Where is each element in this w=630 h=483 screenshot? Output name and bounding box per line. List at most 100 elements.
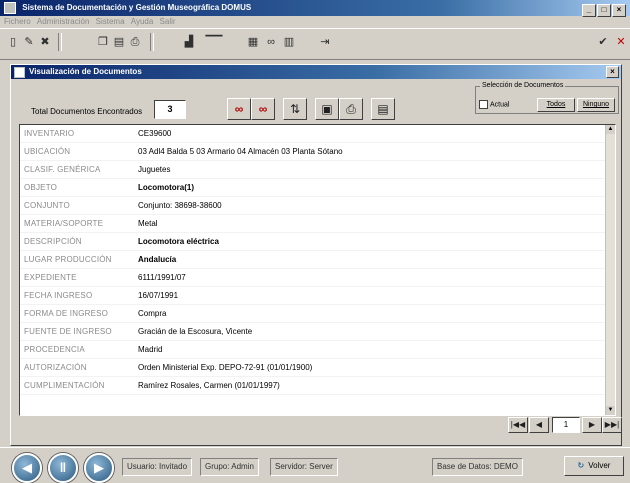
record-row: CLASIF. GENÉRICA Juguetes xyxy=(20,161,615,179)
total-count-field: 3 xyxy=(154,100,186,119)
volver-button[interactable]: ↻ Volver xyxy=(564,456,624,476)
field-value: 6111/1991/07 xyxy=(138,273,186,282)
actual-checkbox[interactable]: Actual xyxy=(479,100,509,109)
field-value: Gracián de la Escosura, Vicente xyxy=(138,327,253,336)
field-value: Locomotora eléctrica xyxy=(138,237,219,246)
record-details-grid: INVENTARIO CE39600 UBICACIÓN 03 Adl4 Balda … xyxy=(19,124,616,416)
field-value: Ramírez Rosales, Carmen (01/01/1997) xyxy=(138,381,280,390)
main-toolbar: ▯ ✎ ✖ ❐ ▤ ⎙ ▟ ▔▔ ▦ ∞ ▥ ⇥ ✔ ✕ xyxy=(0,28,630,60)
copy-icon[interactable]: ❐ xyxy=(96,35,110,49)
table-icon[interactable]: ▥ xyxy=(282,35,296,49)
image-icon[interactable]: ▟ xyxy=(182,35,196,49)
binoculars-icon[interactable]: ∞ xyxy=(227,98,251,120)
record-row: MATERIA/SOPORTE Metal xyxy=(20,215,615,233)
record-row: DESCRIPCIÓN Locomotora eléctrica xyxy=(20,233,615,251)
record-row: INVENTARIO CE39600 xyxy=(20,125,615,143)
window-icon xyxy=(14,67,25,78)
field-label: PROCEDENCIA xyxy=(24,345,85,354)
field-value: Andalucía xyxy=(138,255,177,264)
first-record-button[interactable]: |◀◀ xyxy=(508,417,528,433)
field-value: 16/07/1991 xyxy=(138,291,179,300)
record-number-field[interactable]: 1 xyxy=(552,417,580,433)
back-arrow-icon[interactable]: ◀ xyxy=(12,453,42,483)
export-icon[interactable]: ▤ xyxy=(371,98,395,120)
refresh-icon: ↻ xyxy=(577,461,585,470)
field-label: UBICACIÓN xyxy=(24,147,71,156)
app-title-bar: Sistema de Documentación y Gestión Museo… xyxy=(0,0,630,17)
menu-ayuda[interactable]: Ayuda xyxy=(131,17,154,26)
field-label: FORMA DE INGRESO xyxy=(24,309,109,318)
volver-label: Volver xyxy=(588,461,611,470)
app-icon xyxy=(4,2,16,14)
field-value: Madrid xyxy=(138,345,163,354)
delete-icon[interactable]: ✖ xyxy=(38,35,52,49)
record-row: AUTORIZACIÓN Orden Ministerial Exp. DEPO-… xyxy=(20,359,615,377)
save-icon[interactable]: ▣ xyxy=(315,98,339,120)
status-grupo: Grupo: Admin xyxy=(200,458,259,476)
scroll-down-icon[interactable]: ▼ xyxy=(606,406,615,415)
app-title: Sistema de Documentación y Gestión Museo… xyxy=(22,3,252,12)
field-value: Compra xyxy=(138,309,167,318)
record-row: LUGAR PRODUCCIÓN Andalucía xyxy=(20,251,615,269)
child-close-button[interactable]: × xyxy=(606,66,619,78)
print-icon[interactable]: ⎙ xyxy=(339,98,363,120)
menu-bar: Fichero Administración Sistema Ayuda Sal… xyxy=(0,16,630,28)
edit-icon[interactable]: ✎ xyxy=(22,35,36,49)
ninguno-button[interactable]: Ninguno xyxy=(577,98,615,112)
field-value: Orden Ministerial Exp. DEPO-72-91 (01/01… xyxy=(138,363,313,372)
previous-record-button[interactable]: ◀ xyxy=(529,417,549,433)
toolbar-separator xyxy=(150,33,154,51)
status-usuario: Usuario: Invitado xyxy=(122,458,193,476)
field-label: CUMPLIMENTACIÓN xyxy=(24,381,105,390)
document-viewer-window: Visualización de Documentos × Total Docu… xyxy=(10,64,622,446)
sort-icon[interactable]: ⇅ xyxy=(283,98,307,120)
slider-icon[interactable]: ▔▔ xyxy=(200,35,228,49)
menu-administracion[interactable]: Administración xyxy=(37,17,89,26)
todos-button[interactable]: Todos xyxy=(537,98,575,112)
report-icon[interactable]: ▦ xyxy=(246,35,260,49)
field-value: Juguetes xyxy=(138,165,171,174)
record-row: CONJUNTO Conjunto: 38698-38600 xyxy=(20,197,615,215)
field-label: INVENTARIO xyxy=(24,129,75,138)
selection-legend: Selección de Documentos xyxy=(480,82,566,89)
check-icon[interactable]: ✔ xyxy=(596,35,610,49)
next-record-button[interactable]: ▶ xyxy=(582,417,602,433)
record-row: OBJETO Locomotora(1) xyxy=(20,179,615,197)
field-value: 03 Adl4 Balda 5 03 Armario 04 Almacén 03… xyxy=(138,147,343,156)
search-next-icon[interactable]: ∞ xyxy=(251,98,275,120)
paste-icon[interactable]: ▤ xyxy=(112,35,126,49)
menu-salir[interactable]: Salir xyxy=(160,17,176,26)
print-icon[interactable]: ⎙ xyxy=(128,35,142,49)
record-row: PROCEDENCIA Madrid xyxy=(20,341,615,359)
record-row: FORMA DE INGRESO Compra xyxy=(20,305,615,323)
field-value: CE39600 xyxy=(138,129,172,138)
new-icon[interactable]: ▯ xyxy=(6,35,20,49)
field-label: FECHA INGRESO xyxy=(24,291,93,300)
status-servidor: Servidor: Server xyxy=(270,458,338,476)
binoculars-icon[interactable]: ∞ xyxy=(264,35,278,49)
close-icon[interactable]: ✕ xyxy=(614,35,628,49)
record-row: CUMPLIMENTACIÓN Ramírez Rosales, Carmen (… xyxy=(20,377,615,395)
field-label: FUENTE DE INGRESO xyxy=(24,327,112,336)
child-title-bar: Visualización de Documentos × xyxy=(11,65,621,79)
actual-label: Actual xyxy=(490,101,510,109)
field-value: Conjunto: 38698-38600 xyxy=(138,201,222,210)
status-base-datos: Base de Datos: DEMO xyxy=(432,458,523,476)
record-row: FUENTE DE INGRESO Gracián de la Escosura,… xyxy=(20,323,615,341)
child-title: Visualización de Documentos xyxy=(29,67,142,76)
menu-fichero[interactable]: Fichero xyxy=(4,17,31,26)
field-label: DESCRIPCIÓN xyxy=(24,237,82,246)
field-value: Metal xyxy=(138,219,158,228)
scroll-up-icon[interactable]: ▲ xyxy=(606,125,615,134)
toolbar-separator xyxy=(58,33,62,51)
vertical-scrollbar[interactable]: ▲ ▼ xyxy=(605,125,615,415)
status-bar: ◀ ‖ ▶ Usuario: Invitado Grupo: Admin Ser… xyxy=(0,447,630,483)
field-label: AUTORIZACIÓN xyxy=(24,363,87,372)
menu-sistema[interactable]: Sistema xyxy=(96,17,125,26)
last-record-button[interactable]: ▶▶| xyxy=(602,417,622,433)
pause-icon[interactable]: ‖ xyxy=(48,453,78,483)
field-label: CONJUNTO xyxy=(24,201,70,210)
forward-arrow-icon[interactable]: ▶ xyxy=(84,453,114,483)
field-label: EXPEDIENTE xyxy=(24,273,77,282)
exit-door-icon[interactable]: ⇥ xyxy=(318,35,332,49)
